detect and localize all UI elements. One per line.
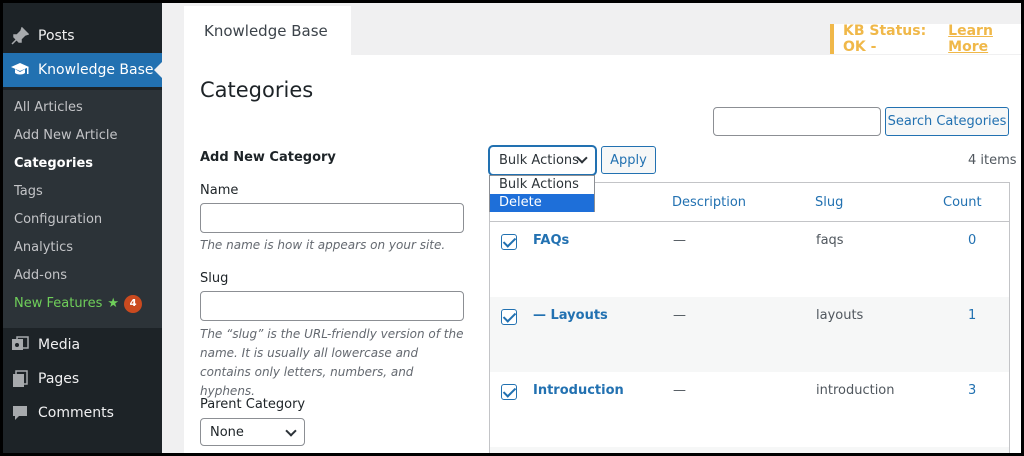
submenu-add-ons[interactable]: Add-ons <box>14 266 67 286</box>
menu-item-posts[interactable]: Posts <box>0 19 162 53</box>
parent-category-value: None <box>210 424 244 440</box>
submenu-categories[interactable]: Categories <box>14 154 93 174</box>
category-slug: faqs <box>816 233 844 248</box>
pin-icon <box>10 26 30 46</box>
page-title: Categories <box>200 78 314 102</box>
tab-knowledge-base[interactable]: Knowledge Base <box>184 6 351 55</box>
category-name-link[interactable]: — Layouts <box>533 308 608 323</box>
category-count-link[interactable]: 3 <box>968 383 976 398</box>
name-label: Name <box>200 183 239 198</box>
categories-table: Description Slug Count FAQs — faqs 0 — L… <box>489 182 1010 456</box>
kb-status-notice: KB Status: OK - Learn More <box>830 23 1022 55</box>
category-description: — <box>673 383 686 398</box>
add-new-category-heading: Add New Category <box>200 150 336 165</box>
row-checkbox[interactable] <box>501 384 517 400</box>
parent-category-select[interactable]: None <box>200 418 305 446</box>
slug-label: Slug <box>200 271 229 286</box>
category-count-link[interactable]: 0 <box>968 233 976 248</box>
menu-item-label: Media <box>38 337 81 353</box>
chevron-down-icon <box>285 425 297 437</box>
category-slug: introduction <box>816 383 895 398</box>
column-header-description[interactable]: Description <box>672 195 746 210</box>
menu-item-label: Knowledge Base <box>38 62 154 78</box>
table-row <box>490 447 1009 456</box>
table-row: Introduction — introduction 3 <box>490 372 1009 447</box>
name-input[interactable] <box>200 203 464 233</box>
menu-item-pages[interactable]: Pages <box>0 362 162 396</box>
menu-item-label: Comments <box>38 405 114 421</box>
pages-icon <box>10 369 30 389</box>
submenu-analytics[interactable]: Analytics <box>14 238 73 258</box>
apply-button[interactable]: Apply <box>601 146 656 174</box>
star-icon: ★ <box>107 296 120 311</box>
submenu-add-new-article[interactable]: Add New Article <box>14 126 118 146</box>
submenu-new-features[interactable]: New Features ★ 4 <box>14 294 143 314</box>
table-row: FAQs — faqs 0 <box>490 222 1009 297</box>
category-name-link[interactable]: Introduction <box>533 383 624 398</box>
new-features-label: New Features <box>14 296 103 311</box>
parent-category-label: Parent Category <box>200 397 306 412</box>
submenu-tags[interactable]: Tags <box>14 182 43 202</box>
knowledge-base-submenu: All Articles Add New Article Categories … <box>0 90 162 328</box>
submenu-configuration[interactable]: Configuration <box>14 210 102 230</box>
slug-hint: The “slug” is the URL-friendly version o… <box>200 327 464 398</box>
menu-item-label: Posts <box>38 28 75 44</box>
media-icon <box>10 335 30 355</box>
menu-item-label: Pages <box>38 371 80 387</box>
menu-item-comments[interactable]: Comments <box>0 396 162 430</box>
menu-item-media[interactable]: Media <box>0 328 162 362</box>
bulk-actions-select[interactable]: Bulk Actions <box>489 146 596 175</box>
row-checkbox[interactable] <box>501 309 517 325</box>
admin-sidebar: Posts Knowledge Base All Articles Add Ne… <box>0 0 162 456</box>
category-description: — <box>673 308 686 323</box>
name-hint: The name is how it appears on your site. <box>200 238 446 252</box>
search-categories-button[interactable]: Search Categories <box>885 107 1009 136</box>
category-description: — <box>673 233 686 248</box>
bulk-actions-value: Bulk Actions <box>499 153 579 168</box>
kb-status-text: KB Status: OK - <box>843 23 927 55</box>
dropdown-option-delete[interactable]: Delete <box>490 194 594 212</box>
dropdown-option-bulk-actions[interactable]: Bulk Actions <box>490 176 594 194</box>
notification-badge: 4 <box>124 295 143 313</box>
learn-more-link[interactable]: Learn More <box>948 23 1022 55</box>
menu-item-knowledge-base[interactable]: Knowledge Base <box>0 53 162 87</box>
column-header-slug[interactable]: Slug <box>815 195 843 210</box>
submenu-all-articles[interactable]: All Articles <box>14 98 83 118</box>
items-count: 4 items <box>968 153 1017 168</box>
category-name-link[interactable]: FAQs <box>533 233 569 248</box>
table-row: — Layouts — layouts 1 <box>490 297 1009 372</box>
search-categories-input[interactable] <box>713 107 881 136</box>
category-count-link[interactable]: 1 <box>968 308 976 323</box>
graduation-cap-icon <box>10 60 30 80</box>
row-checkbox[interactable] <box>501 234 517 250</box>
category-slug: layouts <box>816 308 864 323</box>
bulk-actions-dropdown: Bulk Actions Delete <box>489 175 595 212</box>
column-header-count[interactable]: Count <box>943 195 982 210</box>
slug-input[interactable] <box>200 291 464 321</box>
comment-icon <box>10 403 30 423</box>
